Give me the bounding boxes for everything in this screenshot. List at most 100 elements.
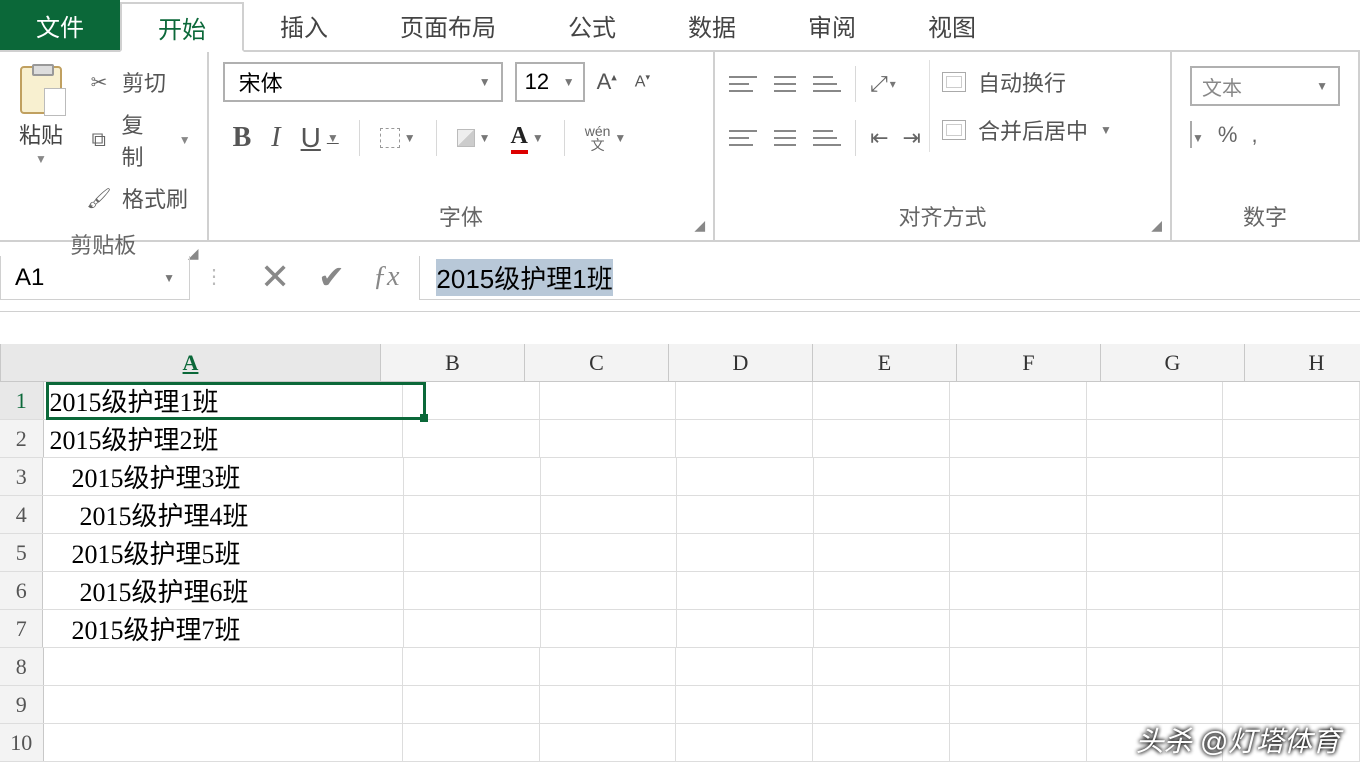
column-header-B[interactable]: B: [381, 344, 525, 381]
cell[interactable]: [404, 534, 541, 571]
copy-button[interactable]: ⧉ 复制 ▼: [86, 108, 191, 172]
row-header[interactable]: 10: [0, 724, 44, 761]
cell[interactable]: [1087, 382, 1224, 419]
cell[interactable]: 2015级护理6班: [43, 572, 404, 609]
cell[interactable]: [950, 458, 1087, 495]
align-top-button[interactable]: [729, 73, 757, 95]
formula-input[interactable]: 2015级护理1班: [419, 256, 1360, 300]
cell[interactable]: [403, 724, 540, 761]
format-painter-button[interactable]: 🖌 格式刷: [86, 182, 191, 214]
cell[interactable]: [950, 420, 1087, 457]
chevron-down-icon[interactable]: ▼: [179, 133, 191, 147]
row-header[interactable]: 4: [0, 496, 43, 533]
dialog-launcher-icon[interactable]: ◢: [694, 217, 705, 234]
cell[interactable]: [813, 648, 950, 685]
align-bottom-button[interactable]: [813, 73, 841, 95]
tab-home[interactable]: 开始: [120, 2, 244, 52]
align-middle-button[interactable]: [771, 73, 799, 95]
wrap-text-button[interactable]: 自动换行: [942, 66, 1112, 98]
cell[interactable]: 2015级护理1班: [44, 382, 404, 419]
cell[interactable]: [403, 382, 540, 419]
tab-file[interactable]: 文件: [0, 0, 120, 50]
cell[interactable]: [541, 534, 678, 571]
cell[interactable]: [1223, 686, 1360, 723]
cell[interactable]: [1087, 572, 1224, 609]
cell[interactable]: [677, 534, 814, 571]
cell[interactable]: [540, 420, 677, 457]
fill-color-button[interactable]: ▼: [457, 129, 491, 147]
cell[interactable]: [814, 458, 951, 495]
cell[interactable]: 2015级护理5班: [43, 534, 403, 571]
cell[interactable]: [1087, 534, 1224, 571]
orientation-button[interactable]: ⤢▾: [870, 71, 896, 97]
increase-indent-button[interactable]: ⇥: [903, 125, 921, 151]
cell[interactable]: 2015级护理3班: [43, 458, 403, 495]
row-header[interactable]: 8: [0, 648, 44, 685]
font-size-select[interactable]: 12 ▼: [515, 62, 585, 102]
cell[interactable]: [814, 572, 951, 609]
decrease-font-button[interactable]: A▾: [629, 72, 656, 91]
number-format-select[interactable]: 文本 ▼: [1190, 66, 1340, 106]
cell[interactable]: 2015级护理2班: [44, 420, 404, 457]
align-right-button[interactable]: [813, 127, 841, 149]
column-header-C[interactable]: C: [525, 344, 669, 381]
dialog-launcher-icon[interactable]: ◢: [1151, 217, 1162, 234]
chevron-down-icon[interactable]: ▼: [35, 152, 47, 166]
cell[interactable]: [1087, 610, 1224, 647]
cell[interactable]: [44, 648, 404, 685]
cell[interactable]: [814, 534, 951, 571]
cell[interactable]: [404, 496, 541, 533]
cell[interactable]: [541, 610, 678, 647]
column-header-G[interactable]: G: [1101, 344, 1245, 381]
cell[interactable]: [950, 686, 1087, 723]
percent-button[interactable]: %: [1218, 122, 1238, 148]
cell[interactable]: [540, 648, 677, 685]
row-header[interactable]: 2: [0, 420, 44, 457]
cell[interactable]: [814, 610, 951, 647]
align-left-button[interactable]: [729, 127, 757, 149]
cell[interactable]: [404, 458, 541, 495]
cell[interactable]: 2015级护理7班: [43, 610, 403, 647]
cell[interactable]: [1223, 610, 1360, 647]
comma-button[interactable]: ,: [1251, 122, 1257, 148]
column-header-H[interactable]: H: [1245, 344, 1360, 381]
accounting-format-button[interactable]: ▼: [1190, 122, 1204, 148]
select-all-corner[interactable]: [0, 344, 1, 381]
tab-page-layout[interactable]: 页面布局: [364, 0, 532, 50]
row-header[interactable]: 5: [0, 534, 43, 571]
column-header-F[interactable]: F: [957, 344, 1101, 381]
cell[interactable]: [541, 458, 678, 495]
phonetic-guide-button[interactable]: wén文▼: [585, 124, 627, 152]
cell[interactable]: [540, 686, 677, 723]
cell[interactable]: [1087, 420, 1224, 457]
tab-review[interactable]: 审阅: [772, 0, 892, 50]
cut-button[interactable]: ✂ 剪切: [86, 66, 191, 98]
merge-center-button[interactable]: 合并后居中 ▼: [942, 114, 1112, 146]
insert-function-button[interactable]: ƒx: [373, 261, 399, 293]
cell[interactable]: [540, 724, 677, 761]
cell[interactable]: [813, 724, 950, 761]
borders-button[interactable]: ▼: [380, 128, 416, 148]
row-header[interactable]: 6: [0, 572, 43, 609]
cell[interactable]: [1087, 686, 1224, 723]
row-header[interactable]: 3: [0, 458, 43, 495]
cell[interactable]: [814, 496, 951, 533]
cell[interactable]: [676, 724, 813, 761]
cell[interactable]: [1087, 496, 1224, 533]
cell[interactable]: [403, 648, 540, 685]
cell[interactable]: [403, 686, 540, 723]
tab-view[interactable]: 视图: [892, 0, 1012, 50]
tab-insert[interactable]: 插入: [244, 0, 364, 50]
cell[interactable]: [950, 496, 1087, 533]
cell[interactable]: [1223, 382, 1360, 419]
column-header-E[interactable]: E: [813, 344, 957, 381]
paste-button[interactable]: 粘贴 ▼: [6, 60, 76, 172]
cell[interactable]: [1223, 648, 1360, 685]
cell[interactable]: [813, 686, 950, 723]
cell[interactable]: [950, 382, 1087, 419]
cancel-edit-button[interactable]: ✕: [260, 256, 290, 298]
cell[interactable]: [676, 648, 813, 685]
cell[interactable]: [950, 724, 1087, 761]
cell[interactable]: [1087, 458, 1224, 495]
cell[interactable]: [813, 420, 950, 457]
